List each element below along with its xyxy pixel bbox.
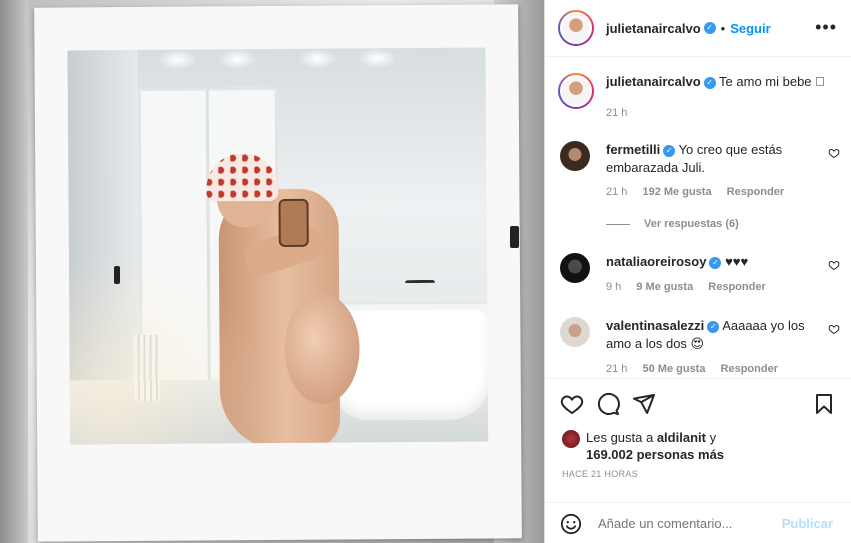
caption-username[interactable]: julietanaircalvo: [606, 74, 701, 89]
frame-clip: [114, 266, 120, 284]
likes-count[interactable]: 169.002 personas más: [586, 447, 724, 462]
heart-outline-icon[interactable]: [560, 392, 584, 416]
author-username[interactable]: julietanaircalvo: [606, 21, 701, 36]
share-paper-plane-icon[interactable]: [632, 392, 656, 416]
bookmark-icon[interactable]: [812, 392, 836, 416]
photo-light-flare: [67, 47, 489, 445]
emoji-icon[interactable]: [560, 513, 582, 535]
comment-likes[interactable]: 192 Me gusta: [642, 186, 711, 198]
publish-button[interactable]: Publicar: [782, 516, 833, 531]
caption: julietanaircalvo ✓ Te amo mi bebe 🏼: [558, 73, 825, 109]
view-replies-button[interactable]: Ver respuestas (6): [606, 218, 739, 230]
comment-like-icon[interactable]: [828, 323, 840, 335]
comment-text: ♥♥♥: [725, 254, 749, 269]
post-actions: Les gusta a aldilanit y 169.002 personas…: [546, 378, 851, 543]
comment-likes[interactable]: 50 Me gusta: [642, 363, 705, 375]
reply-button[interactable]: Responder: [708, 281, 765, 293]
commenter-avatar[interactable]: [560, 141, 590, 171]
caption-time[interactable]: 21 h: [606, 107, 627, 119]
author-avatar[interactable]: [558, 10, 594, 46]
post-photo: [67, 47, 489, 445]
verified-badge-icon: ✓: [709, 256, 722, 269]
likes-summary[interactable]: Les gusta a aldilanit y 169.002 personas…: [562, 429, 724, 463]
comment-time[interactable]: 9 h: [606, 281, 621, 293]
comment-like-icon[interactable]: [828, 147, 840, 159]
more-options-icon[interactable]: •••: [815, 18, 837, 36]
likes-prefix: Les gusta a: [586, 430, 657, 445]
commenter-avatar[interactable]: [560, 317, 590, 347]
follow-button[interactable]: Seguir: [730, 21, 770, 36]
comment-time[interactable]: 21 h: [606, 186, 627, 198]
liker-username[interactable]: aldilanit: [657, 430, 706, 445]
caption-text: Te amo mi bebe 🏼: [719, 74, 825, 89]
post-header: julietanaircalvo ✓ • Seguir •••: [546, 0, 851, 57]
frame-clip: [510, 226, 519, 248]
verified-badge-icon: ✓: [703, 76, 716, 89]
caption-avatar[interactable]: [558, 73, 594, 109]
replies-divider: [606, 223, 630, 225]
post-timestamp[interactable]: HACE 21 HORAS: [562, 469, 638, 479]
reply-button[interactable]: Responder: [721, 363, 778, 375]
comment-time[interactable]: 21 h: [606, 363, 627, 375]
verified-badge-icon: ✓: [703, 22, 716, 34]
reply-button[interactable]: Responder: [727, 186, 784, 198]
background-wall-left: [0, 0, 28, 543]
commenter-username[interactable]: nataliaoreirosoy: [606, 254, 706, 269]
commenter-avatar[interactable]: [560, 253, 590, 283]
post-image-pane[interactable]: [0, 0, 545, 543]
likes-suffix: y: [705, 430, 717, 445]
add-comment-bar: Publicar: [546, 502, 851, 543]
comment-input[interactable]: [598, 516, 778, 531]
comment-likes[interactable]: 9 Me gusta: [636, 281, 693, 293]
verified-badge-icon: ✓: [663, 144, 676, 157]
commenter-username[interactable]: valentinasalezzi: [606, 318, 704, 333]
comments-list[interactable]: julietanaircalvo ✓ Te amo mi bebe 🏼 21 h …: [546, 58, 851, 378]
separator-dot: •: [720, 20, 726, 36]
post-side-panel: julietanaircalvo ✓ • Seguir ••• julietan…: [546, 0, 851, 543]
liker-avatar[interactable]: [562, 430, 580, 448]
comment-bubble-icon[interactable]: [596, 392, 620, 416]
polaroid-frame: [34, 4, 522, 542]
comment-like-icon[interactable]: [828, 259, 840, 271]
commenter-username[interactable]: fermetilli: [606, 142, 660, 157]
verified-badge-icon: ✓: [707, 320, 720, 333]
view-replies-label: Ver respuestas (6): [644, 218, 739, 230]
